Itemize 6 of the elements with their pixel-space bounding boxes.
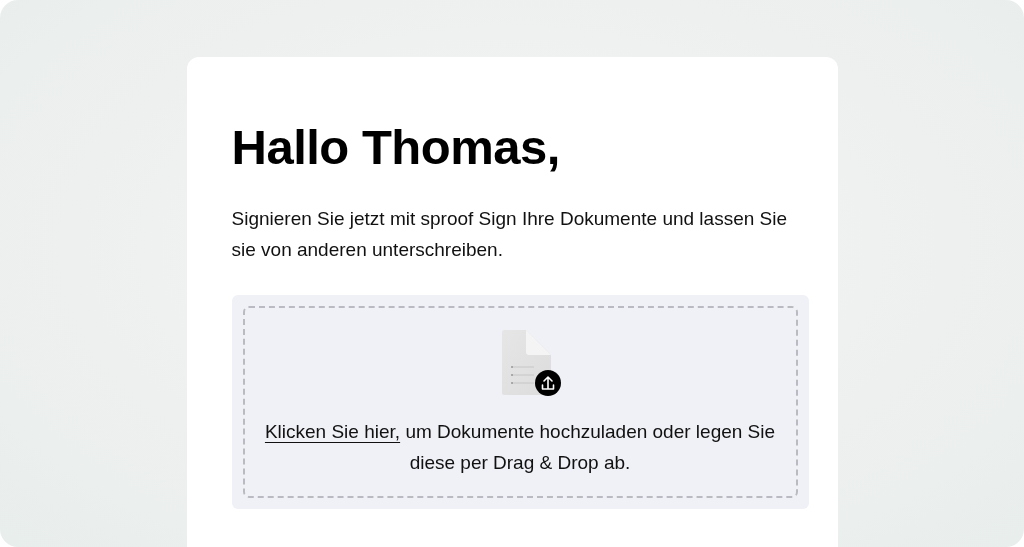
intro-text: Signieren Sie jetzt mit sproof Sign Ihre Dokumente und lassen Sie sie von anderen unterschreiben. bbox=[231, 207, 789, 262]
upload-dropzone[interactable]: Klicken Sie hier, um Dokumente hochzuladen oder legen Sie diese per Drag & Drop ab. bbox=[231, 295, 809, 509]
upload-instruction: Klicken Sie hier, um Dokumente hochzuladen oder legen Sie diese per Drag & Drop ab. bbox=[263, 420, 777, 475]
upload-link[interactable]: Klicken Sie hier, bbox=[264, 421, 401, 442]
document-upload-icon bbox=[499, 330, 561, 396]
greeting-heading: Hallo Thomas, bbox=[231, 119, 561, 176]
